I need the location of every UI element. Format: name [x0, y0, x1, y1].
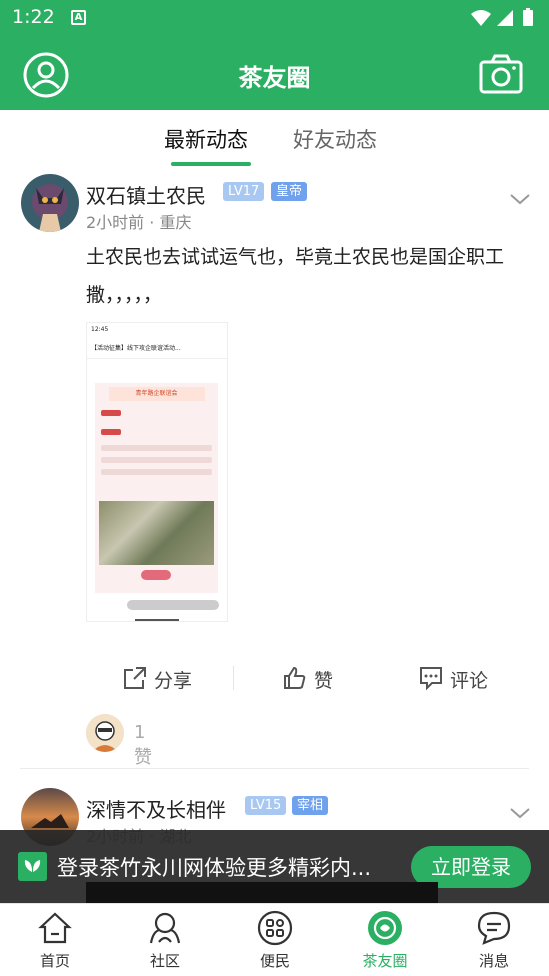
image-card: 青年路企联谊会 [95, 383, 218, 593]
app-logo-icon [18, 852, 47, 881]
chevron-down-icon[interactable] [509, 806, 531, 820]
nav-community-label: 社区 [149, 952, 180, 970]
nav-tea-circle[interactable]: 茶友圈 [330, 904, 440, 976]
community-icon [149, 912, 181, 944]
nav-home[interactable]: 首页 [0, 904, 110, 976]
post-image[interactable]: 12:45 【活动征集】线下攻企联谊活动... 青年路企联谊会 [86, 322, 228, 622]
home-icon [38, 912, 72, 944]
post-separator [20, 768, 529, 769]
thumbs-up-icon [284, 666, 306, 689]
camera-icon[interactable] [476, 50, 526, 100]
post-actions: 分享 赞 评论 [86, 660, 532, 696]
share-icon [124, 667, 146, 689]
chevron-down-icon[interactable] [509, 192, 531, 206]
rank-badge: 宰相 [292, 796, 329, 815]
post-author[interactable]: 双石镇土农民 [86, 180, 206, 209]
level-badge: LV15 [245, 796, 287, 815]
avatar[interactable] [21, 174, 79, 232]
services-icon [257, 910, 293, 946]
share-label: 分享 [154, 670, 193, 692]
liker-avatar[interactable] [86, 714, 124, 752]
overlay-strip [86, 882, 438, 903]
nav-home-label: 首页 [39, 952, 70, 970]
image-status-time: 12:45 [91, 326, 109, 333]
tab-friends[interactable]: 好友动态 [293, 124, 377, 154]
post-author[interactable]: 深情不及长相伴 [86, 794, 226, 823]
likes-count: 1赞 [134, 722, 152, 768]
divider [233, 666, 234, 690]
status-bar: 1:22 A [0, 0, 549, 38]
nav-services-label: 便民 [259, 952, 290, 970]
like-label: 赞 [314, 670, 334, 692]
nav-services[interactable]: 便民 [220, 904, 330, 976]
post-meta: 2小时前 · 重庆 [86, 213, 192, 232]
image-button [141, 570, 171, 580]
level-badge: LV17 [223, 182, 265, 201]
image-photo [99, 501, 214, 565]
page-title: 茶友圈 [238, 64, 311, 92]
nav-messages[interactable]: 消息 [439, 904, 549, 976]
message-icon [477, 911, 511, 945]
feed-tabs: 最新动态 好友动态 [0, 110, 549, 168]
notification-icon: A [71, 10, 86, 25]
tea-circle-icon [368, 911, 402, 945]
image-card-title: 青年路企联谊会 [108, 387, 205, 401]
nav-messages-label: 消息 [478, 952, 509, 970]
nav-community[interactable]: 社区 [110, 904, 220, 976]
bottom-nav: 首页 社区 便民 茶友圈 消息 [0, 903, 549, 976]
image-title: 【活动征集】线下攻企联谊活动... [87, 337, 227, 359]
nav-tea-circle-label: 茶友圈 [362, 952, 408, 970]
app-header: 茶友圈 [0, 38, 549, 110]
tab-latest[interactable]: 最新动态 [164, 124, 248, 154]
signal-battery-icons [471, 8, 533, 26]
rank-badge: 皇帝 [271, 182, 308, 201]
login-prompt-text: 登录茶竹永川网体验更多精彩内... [57, 856, 372, 880]
tab-indicator [171, 162, 251, 166]
status-time: 1:22 [12, 6, 55, 28]
comment-label: 评论 [450, 670, 489, 692]
comment-icon [420, 667, 442, 691]
post-text: 土农民也去试试运气也，毕竟土农民也是国企职工撒，，，，， [86, 246, 505, 306]
